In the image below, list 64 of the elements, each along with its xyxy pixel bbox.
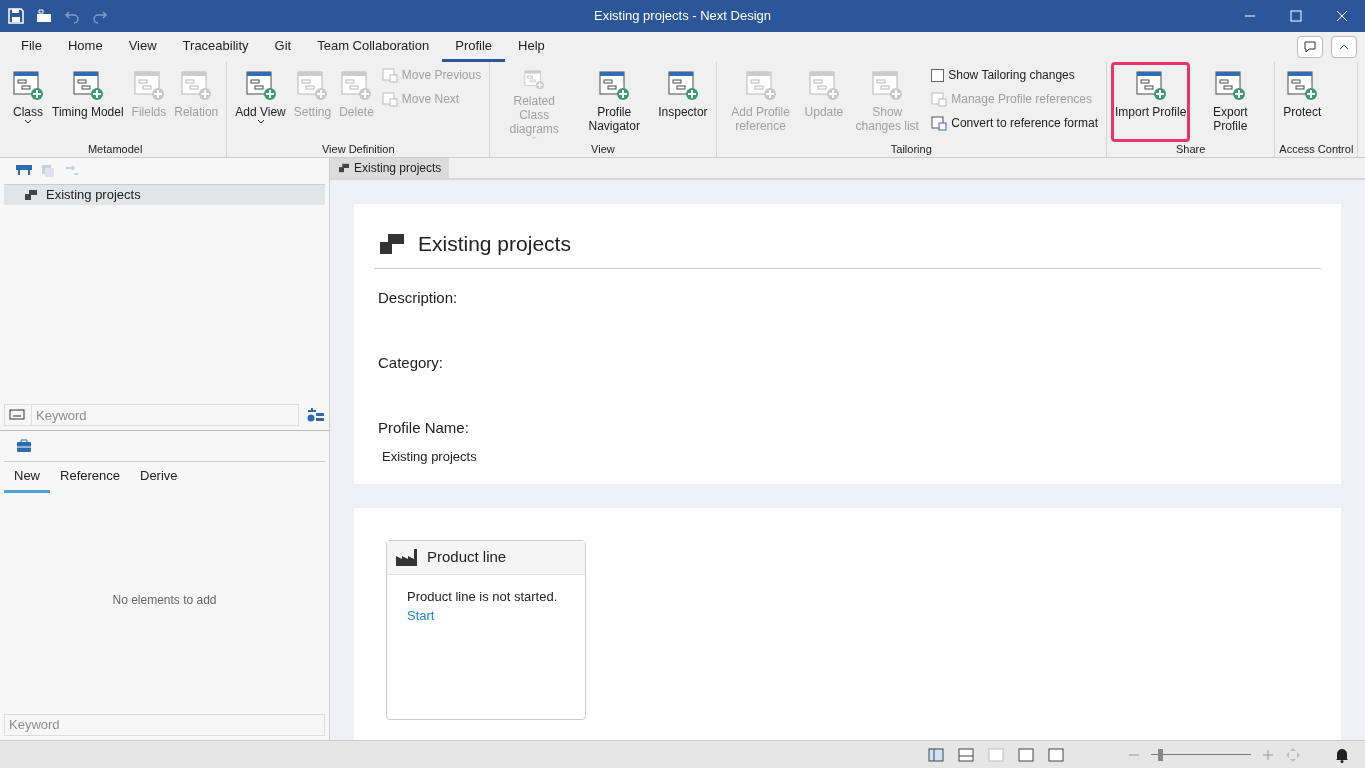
- collapse-button[interactable]: [1331, 36, 1357, 58]
- ribbon-button[interactable]: Class: [8, 62, 48, 142]
- menu-tab[interactable]: Traceability: [169, 35, 262, 62]
- menu-tab[interactable]: Help: [505, 35, 558, 62]
- tree-item[interactable]: Existing projects: [4, 185, 325, 205]
- save-icon[interactable]: [8, 8, 24, 24]
- layout-icon[interactable]: [927, 746, 945, 763]
- maximize-icon[interactable]: [1290, 10, 1302, 22]
- ribbon-button[interactable]: Protect: [1279, 62, 1326, 142]
- field-label: Profile Name:: [378, 417, 470, 438]
- text-icon[interactable]: [9, 409, 27, 422]
- field-label: Description:: [378, 287, 459, 308]
- group-label: Metamodel: [86, 142, 144, 157]
- search-field[interactable]: Keyword: [32, 404, 299, 427]
- ribbon-button[interactable]: Profile Navigator: [574, 62, 655, 142]
- move-icon[interactable]: [1285, 746, 1301, 763]
- menu-tab[interactable]: View: [115, 35, 170, 62]
- empty-message: No elements to add: [112, 592, 217, 610]
- group-label: Tailoring: [889, 142, 933, 157]
- split-icon[interactable]: [957, 746, 975, 763]
- plus-icon[interactable]: [1263, 749, 1273, 760]
- window-title: Existing projects - Next Design: [593, 7, 772, 26]
- palette-tab[interactable]: Reference: [50, 462, 130, 493]
- ribbon-button[interactable]: Add View: [231, 62, 290, 142]
- folder-icon[interactable]: [36, 8, 52, 24]
- field-label: Category:: [378, 352, 445, 373]
- ribbon-button[interactable]: Timing Model: [48, 62, 128, 142]
- menu-tab[interactable]: Team Collaboration: [304, 35, 443, 62]
- status-message: Product line is not started.: [407, 587, 559, 606]
- group-label: Share: [1175, 142, 1207, 157]
- ribbon-button[interactable]: Import Profile: [1111, 62, 1191, 142]
- menu-tab[interactable]: Home: [54, 35, 116, 62]
- group-label: View Definition: [320, 142, 396, 157]
- caret-icon: [1339, 44, 1349, 50]
- palette-tab[interactable]: Derive: [130, 462, 188, 493]
- document-tab[interactable]: Existing projects: [330, 158, 450, 178]
- palette-tab[interactable]: New: [4, 462, 50, 493]
- group-label: Access Control: [1279, 142, 1354, 157]
- search-field[interactable]: Keyword: [4, 713, 325, 736]
- menu-tab[interactable]: Profile: [442, 35, 506, 62]
- tree-icon[interactable]: [16, 164, 32, 178]
- ribbon-button[interactable]: Convert to reference format: [931, 114, 1098, 132]
- bell-icon[interactable]: [1335, 746, 1349, 763]
- toolbox-icon: [16, 439, 32, 454]
- redo-icon[interactable]: [92, 8, 108, 24]
- slider-thumb[interactable]: [1158, 748, 1163, 761]
- info-list-icon[interactable]: [307, 407, 325, 424]
- menu-tab[interactable]: File: [8, 35, 55, 62]
- menu-tab[interactable]: Git: [261, 35, 305, 62]
- zoom-slider[interactable]: [1151, 747, 1251, 762]
- close-icon[interactable]: [1336, 10, 1348, 22]
- checkbox[interactable]: [931, 68, 945, 82]
- start-link[interactable]: Start: [407, 608, 435, 623]
- show-tailoring-checkbox[interactable]: Show Tailoring changes: [931, 66, 1098, 84]
- undo-icon[interactable]: [64, 8, 80, 24]
- card-title: Product line: [427, 546, 507, 567]
- field-value: Existing projects: [381, 448, 478, 466]
- comment-button[interactable]: [1297, 36, 1323, 58]
- ribbon-button[interactable]: Inspector: [654, 62, 712, 142]
- comment-icon: [1304, 41, 1316, 53]
- factory-icon: [395, 547, 419, 567]
- ribbon-button[interactable]: Export Profile: [1190, 62, 1271, 142]
- group-label: View: [590, 142, 616, 157]
- profile-title: Existing projects: [418, 231, 571, 257]
